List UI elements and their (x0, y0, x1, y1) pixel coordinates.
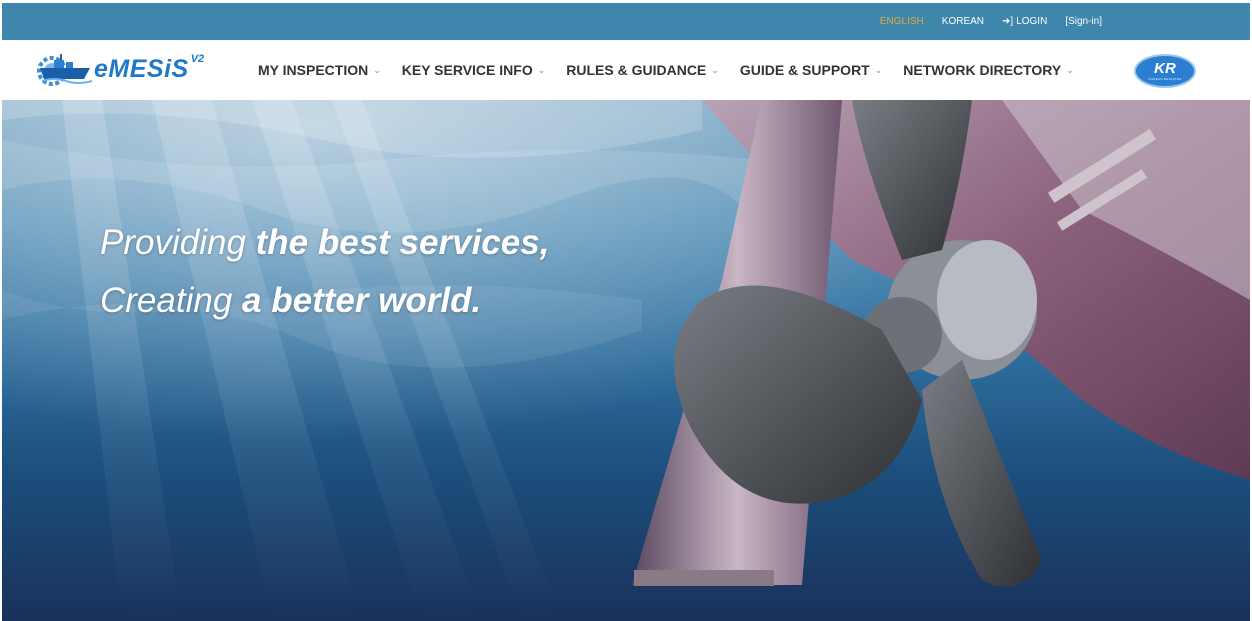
headline-1-thin: Providing (100, 223, 256, 262)
menu-label: GUIDE & SUPPORT (739, 62, 870, 78)
menu-label: MY INSPECTION (258, 62, 369, 78)
chevron-down-icon: ⌄ (373, 64, 381, 75)
logo-wordmark: eMESiS (94, 54, 189, 83)
chevron-down-icon: ⌄ (537, 64, 546, 75)
menu-rules-guidance[interactable]: RULES & GUIDANCE ⌄ (566, 62, 719, 78)
menu-label: KEY SERVICE INFO (401, 62, 533, 78)
top-links: ENGLISH KOREAN ➜] LOGIN [Sign-in] (880, 3, 1102, 40)
signin-link[interactable]: [Sign-in] (1065, 16, 1102, 27)
lang-english-link[interactable]: ENGLISH (880, 16, 924, 27)
headline-1-bold: the best services, (255, 223, 550, 262)
hero-headline: Providing the best services, Creating a … (100, 214, 549, 330)
login-icon: ➜] (1002, 16, 1014, 27)
headline-2-bold: a better world. (242, 281, 482, 320)
ship-gear-icon (37, 54, 93, 86)
logo-version: V2 (190, 53, 205, 65)
headline-2-thin: Creating (100, 281, 243, 320)
login-link[interactable]: ➜] LOGIN (1002, 16, 1047, 27)
headline-line-2: Creating a better world. (100, 272, 549, 330)
hero-illustration (2, 100, 1250, 621)
kr-logo-text: KR (1154, 60, 1176, 77)
headline-line-1: Providing the best services, (100, 214, 549, 272)
menu-guide-support[interactable]: GUIDE & SUPPORT ⌄ (740, 62, 882, 78)
chevron-down-icon: ⌄ (874, 64, 883, 75)
emesis-logo[interactable]: eMESiS V2 (36, 49, 204, 89)
menu-my-inspection[interactable]: MY INSPECTION ⌄ (258, 62, 381, 78)
login-label: LOGIN (1016, 16, 1048, 27)
menu-label: RULES & GUIDANCE (566, 62, 707, 78)
main-nav: eMESiS V2 MY INSPECTION ⌄ KEY SERVICE IN… (2, 40, 1250, 100)
chevron-down-icon: ⌄ (711, 64, 719, 75)
primary-menu: MY INSPECTION ⌄ KEY SERVICE INFO ⌄ RULES… (258, 40, 1095, 100)
kr-logo-subtext: KOREAN REGISTER (1148, 77, 1182, 81)
menu-network-directory[interactable]: NETWORK DIRECTORY ⌄ (903, 62, 1073, 78)
menu-key-service-info[interactable]: KEY SERVICE INFO ⌄ (402, 62, 546, 78)
page-frame: ENGLISH KOREAN ➜] LOGIN [Sign-in] eMESiS… (2, 3, 1250, 621)
top-utility-bar: ENGLISH KOREAN ➜] LOGIN [Sign-in] (2, 3, 1250, 40)
lang-korean-link[interactable]: KOREAN (942, 16, 984, 27)
chevron-down-icon: ⌄ (1066, 64, 1074, 75)
hero-banner: Providing the best services, Creating a … (2, 100, 1250, 621)
menu-label: NETWORK DIRECTORY (903, 62, 1062, 78)
korean-register-logo[interactable]: KR KOREAN REGISTER (1134, 54, 1196, 88)
